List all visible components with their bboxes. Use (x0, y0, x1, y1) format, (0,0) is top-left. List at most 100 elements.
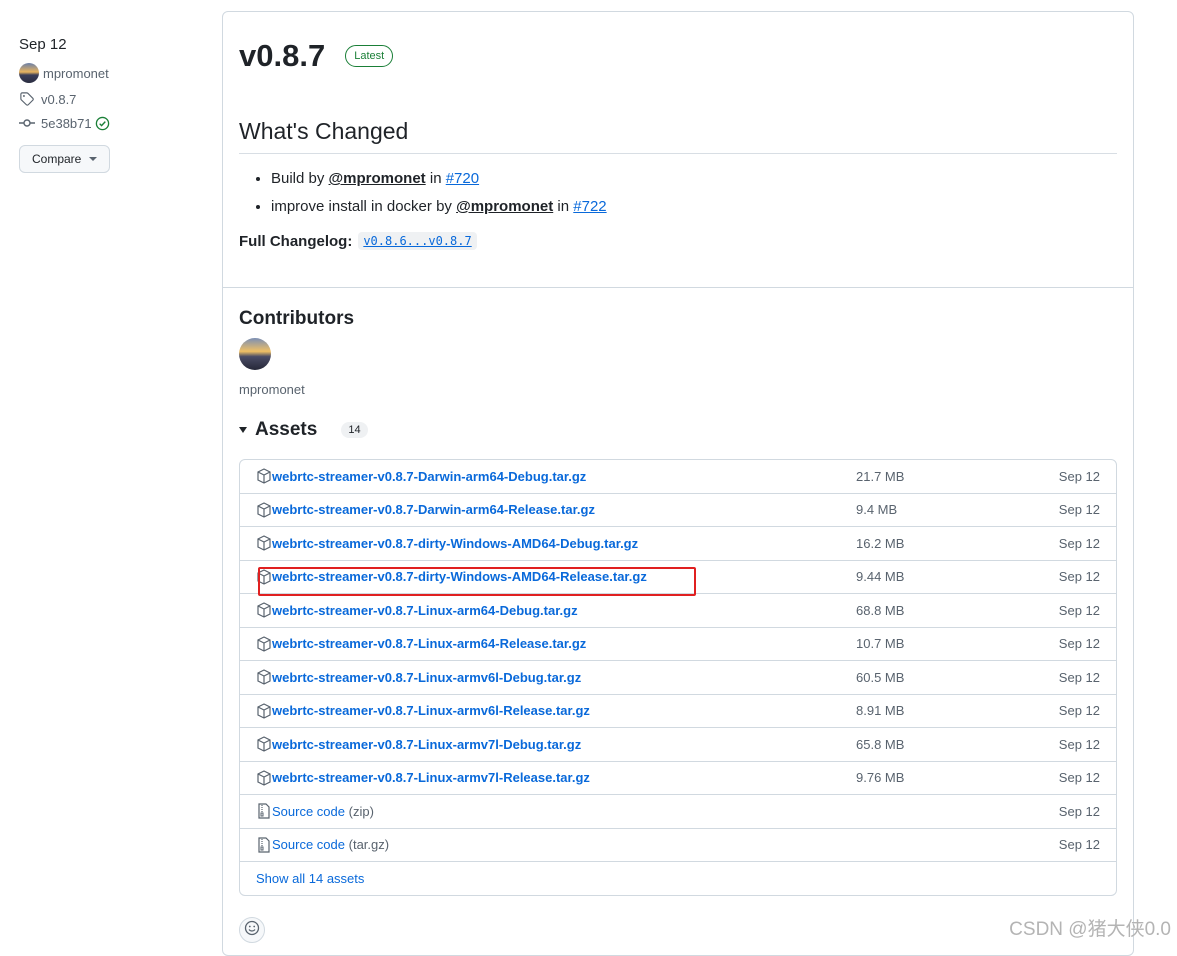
package-icon (256, 669, 272, 685)
tag-row[interactable]: v0.8.7 (19, 91, 199, 107)
package-icon (256, 468, 272, 484)
asset-size: 10.7 MB (856, 636, 905, 652)
release-sidebar: Sep 12 mpromonet v0.8.7 5e38b71 Compare (19, 36, 199, 173)
compare-label: Compare (32, 152, 82, 166)
assets-list: webrtc-streamer-v0.8.7-Darwin-arm64-Debu… (239, 459, 1117, 896)
changes-list: Build by @mpromonet in #720 improve inst… (239, 170, 1117, 216)
assets-toggle[interactable]: Assets 14 (239, 419, 1117, 441)
source-zip-link[interactable]: Source code (zip) (272, 804, 374, 819)
asset-size: 16.2 MB (856, 535, 905, 551)
asset-date: Sep 12 (1058, 736, 1100, 752)
tag-label[interactable]: v0.8.7 (41, 92, 76, 107)
asset-row: webrtc-streamer-v0.8.7-Darwin-arm64-Debu… (240, 460, 1116, 494)
file-zip-icon (256, 837, 272, 853)
asset-date: Sep 12 (1058, 770, 1100, 786)
full-changelog-label: Full Changelog: (239, 232, 353, 250)
show-all-assets-link[interactable]: Show all 14 assets (256, 871, 364, 886)
asset-size: 65.8 MB (856, 736, 905, 752)
asset-size: 9.44 MB (856, 569, 905, 585)
compare-button[interactable]: Compare (19, 145, 111, 173)
contributors-heading: Contributors (239, 308, 355, 329)
verified-check-icon (95, 115, 111, 131)
asset-download-link[interactable]: webrtc-streamer-v0.8.7-Darwin-arm64-Rele… (272, 502, 595, 517)
source-row: Source code (tar.gz) Sep 12 (240, 829, 1116, 862)
release-body: v0.8.7 Latest What's Changed Build by @m… (223, 12, 1133, 288)
asset-download-link[interactable]: webrtc-streamer-v0.8.7-dirty-Windows-AMD… (272, 569, 647, 584)
asset-row: webrtc-streamer-v0.8.7-Linux-armv7l-Rele… (240, 762, 1116, 795)
pull-request-link[interactable]: #722 (573, 198, 606, 215)
asset-download-link[interactable]: webrtc-streamer-v0.8.7-Linux-arm64-Relea… (272, 636, 586, 651)
source-row: Source code (zip) Sep 12 (240, 795, 1116, 829)
asset-date: Sep 12 (1058, 803, 1100, 819)
source-ext: (tar.gz) (348, 837, 390, 853)
asset-download-link[interactable]: webrtc-streamer-v0.8.7-Linux-armv7l-Rele… (272, 770, 590, 785)
change-in: in (429, 170, 442, 187)
release-date: Sep 12 (19, 36, 67, 53)
assets-count-badge: 14 (341, 422, 368, 438)
package-icon (256, 770, 272, 786)
asset-download-link[interactable]: webrtc-streamer-v0.8.7-Linux-armv7l-Debu… (272, 737, 581, 752)
package-icon (256, 502, 272, 518)
user-mention-link[interactable]: @mpromonet (329, 170, 426, 187)
asset-row: webrtc-streamer-v0.8.7-Linux-armv6l-Rele… (240, 695, 1116, 728)
package-icon (256, 636, 272, 652)
package-icon (256, 703, 272, 719)
source-label: Source code (272, 837, 345, 853)
whats-changed-heading: What's Changed (239, 118, 1117, 154)
asset-download-link[interactable]: webrtc-streamer-v0.8.7-Linux-armv6l-Rele… (272, 703, 590, 718)
show-all-assets-row: Show all 14 assets (240, 862, 1116, 895)
package-icon (256, 535, 272, 551)
source-ext: (zip) (348, 803, 374, 819)
asset-download-link[interactable]: webrtc-streamer-v0.8.7-dirty-Windows-AMD… (272, 536, 638, 551)
asset-size: 9.76 MB (856, 770, 905, 786)
asset-date: Sep 12 (1058, 602, 1100, 618)
asset-date: Sep 12 (1058, 468, 1100, 484)
commit-icon (19, 115, 35, 131)
user-mention-link[interactable]: @mpromonet (456, 198, 553, 215)
asset-row: webrtc-streamer-v0.8.7-Darwin-arm64-Rele… (240, 494, 1116, 527)
add-reaction-button[interactable] (239, 917, 265, 943)
smiley-icon (244, 920, 260, 941)
change-text: improve install in docker by (271, 198, 452, 215)
package-icon (256, 602, 272, 618)
change-item: Build by @mpromonet in #720 (271, 170, 1117, 188)
source-label: Source code (272, 803, 345, 819)
asset-download-link[interactable]: webrtc-streamer-v0.8.7-Linux-armv6l-Debu… (272, 670, 581, 685)
full-changelog-link[interactable]: v0.8.6...v0.8.7 (358, 232, 477, 250)
contributor-name: mpromonet (239, 382, 305, 397)
asset-size: 60.5 MB (856, 669, 905, 685)
change-text: Build by (271, 170, 325, 187)
asset-row: webrtc-streamer-v0.8.7-Linux-arm64-Debug… (240, 594, 1116, 628)
author-avatar[interactable] (19, 63, 39, 83)
commit-hash[interactable]: 5e38b71 (41, 116, 92, 131)
asset-size: 21.7 MB (856, 468, 905, 484)
caret-down-icon (239, 427, 247, 433)
asset-size: 8.91 MB (856, 703, 905, 719)
asset-row: webrtc-streamer-v0.8.7-Linux-armv6l-Debu… (240, 661, 1116, 695)
asset-date: Sep 12 (1058, 636, 1100, 652)
asset-download-link[interactable]: webrtc-streamer-v0.8.7-Linux-arm64-Debug… (272, 603, 578, 618)
assets-heading: Assets (255, 419, 318, 440)
asset-download-link[interactable]: webrtc-streamer-v0.8.7-Darwin-arm64-Debu… (272, 469, 586, 484)
asset-date: Sep 12 (1058, 535, 1100, 551)
release-title-row: v0.8.7 Latest (239, 38, 1117, 74)
author-name[interactable]: mpromonet (43, 66, 109, 81)
release-title[interactable]: v0.8.7 (239, 38, 325, 74)
asset-date: Sep 12 (1058, 502, 1100, 518)
asset-size: 68.8 MB (856, 602, 905, 618)
commit-row[interactable]: 5e38b71 (19, 115, 199, 131)
watermark-text: CSDN @猪大侠0.0 (1009, 919, 1171, 940)
latest-badge: Latest (345, 45, 394, 67)
release-card: v0.8.7 Latest What's Changed Build by @m… (222, 11, 1134, 956)
file-zip-icon (256, 803, 272, 819)
author-row[interactable]: mpromonet (19, 63, 199, 83)
release-footer: Contributors mpromonet Assets 14 webrtc-… (223, 288, 1133, 896)
package-icon (256, 736, 272, 752)
source-targz-link[interactable]: Source code (tar.gz) (272, 837, 389, 852)
asset-date: Sep 12 (1058, 669, 1100, 685)
change-item: improve install in docker by @mpromonet … (271, 198, 1117, 216)
package-icon (256, 569, 272, 585)
contributor-avatar[interactable] (239, 338, 271, 370)
asset-date: Sep 12 (1058, 569, 1100, 585)
pull-request-link[interactable]: #720 (446, 170, 479, 187)
